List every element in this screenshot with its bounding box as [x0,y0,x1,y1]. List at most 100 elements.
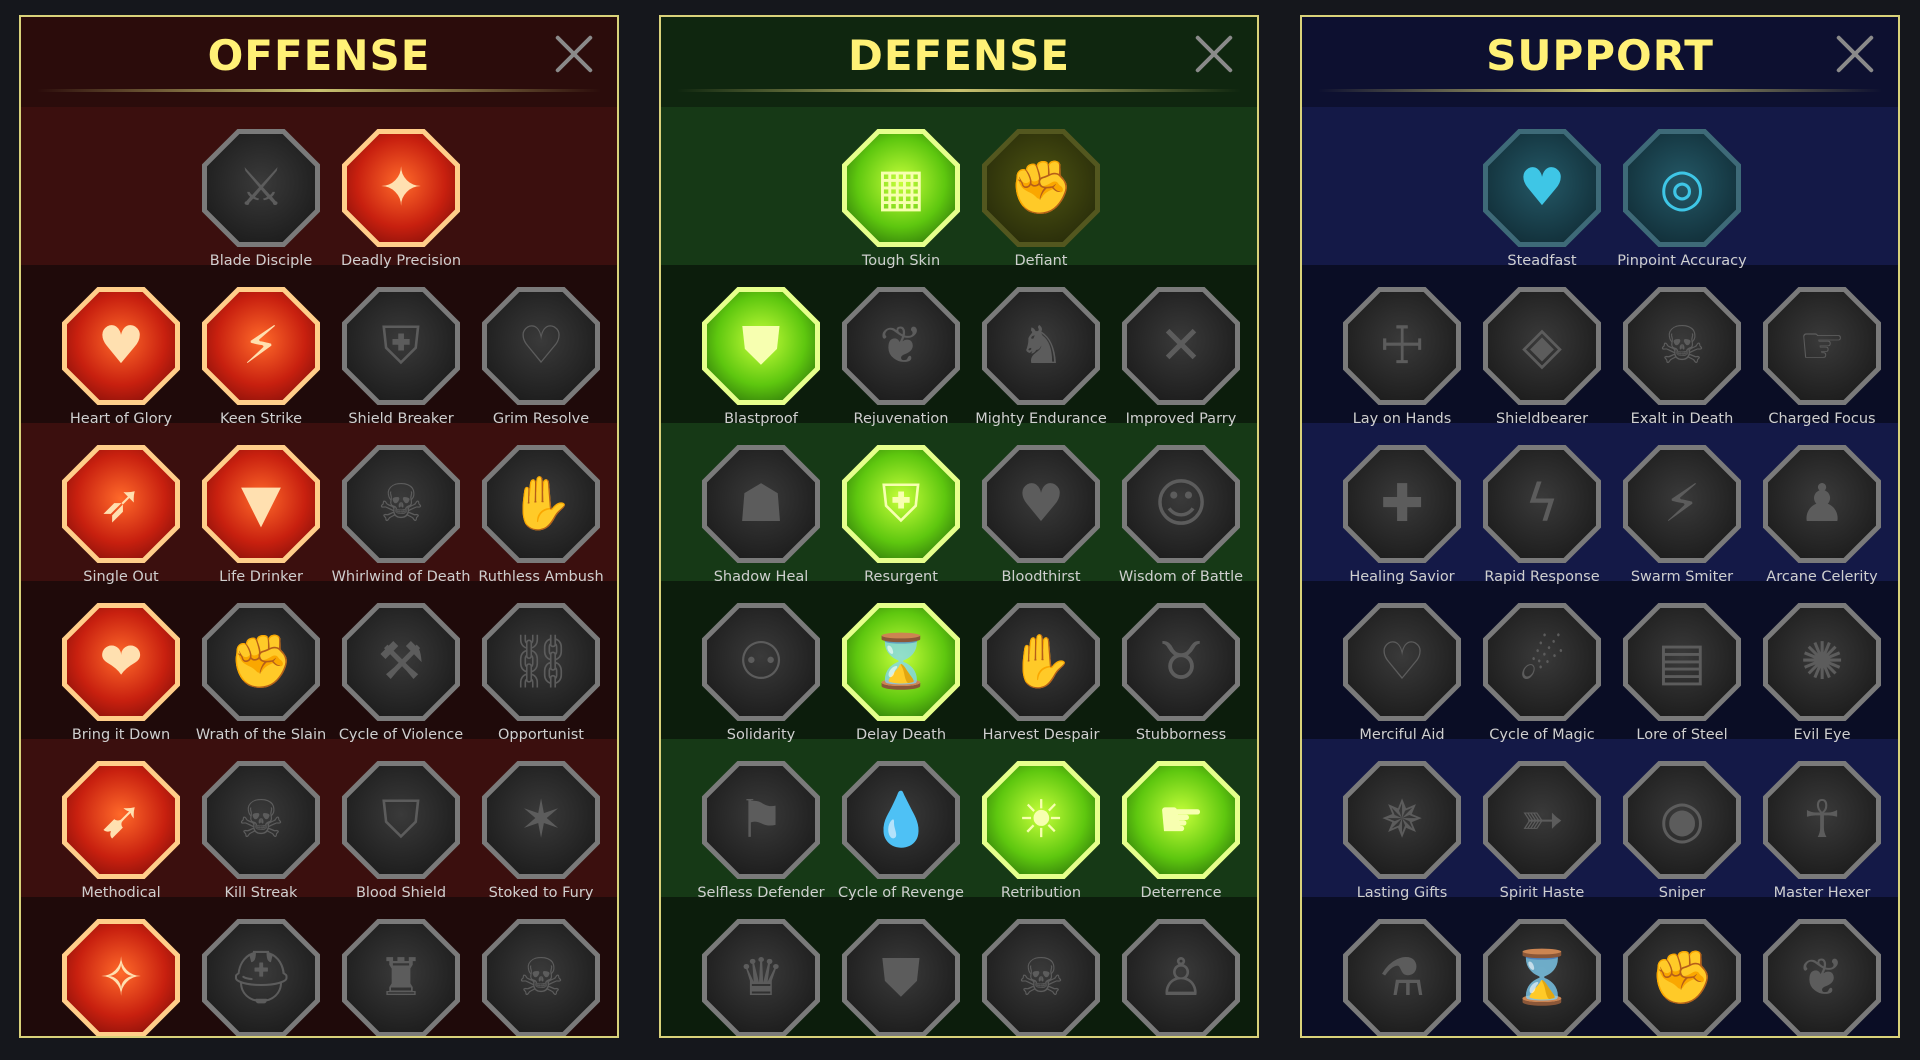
skill-frame: ⚇ [702,603,820,721]
zigzag-icon: ⚡ [1663,474,1701,534]
skill-stubborness[interactable]: ♉ Stubborness [1112,603,1250,753]
skill-iron-skin[interactable]: ♛Iron Skin [692,919,830,1036]
skill-bulwark[interactable]: ⛊Bulwark [832,919,970,1036]
skill-frame: ☥ [1763,761,1881,879]
skill-oppressor[interactable]: ✊Oppressor [1613,919,1751,1036]
skill-elixir-of-life[interactable]: ⚗Elixir of Life [1333,919,1471,1036]
skill-charged-focus[interactable]: ☞ Charged Focus [1753,287,1891,437]
skill-rapid-response[interactable]: ϟ Rapid Response [1473,445,1611,595]
skill-fearsome-presence[interactable]: ☠Fearsome Presence [972,919,1110,1036]
skill-steadfast[interactable]: ♥ Steadfast [1473,129,1611,279]
skill-cycle-of-revenge[interactable]: 💧 Cycle of Revenge [832,761,970,911]
skill-shieldbearer[interactable]: ◈ Shieldbearer [1473,287,1611,437]
skill-warmaster[interactable]: ✧Warmaster [52,919,190,1036]
skill-label: Single Out [83,569,159,585]
skill-arcane-celerity[interactable]: ♟ Arcane Celerity [1753,445,1891,595]
skill-cycle-of-magic[interactable]: ☄ Cycle of Magic [1473,603,1611,753]
skill-retribution[interactable]: ☀ Retribution [972,761,1110,911]
skill-frame: ✊ [202,603,320,721]
skill-evil-eye[interactable]: ✺ Evil Eye [1753,603,1891,753]
skill-giant-slayer[interactable]: ♜Giant Slayer [332,919,470,1036]
oppressor-fist-icon: ✊ [1649,948,1715,1008]
skill-solidarity[interactable]: ⚇ Solidarity [692,603,830,753]
skill-grim-resolve[interactable]: ♡ Grim Resolve [472,287,610,437]
skill-single-out[interactable]: ➶ Single Out [52,445,190,595]
skill-deterrence[interactable]: ☛ Deterrence [1112,761,1250,911]
close-icon[interactable] [553,33,595,75]
skill-master-hexer[interactable]: ☥ Master Hexer [1753,761,1891,911]
skill-icon-bg: ♉ [1127,608,1235,716]
skill-icon-bg: ◈ [1488,292,1596,400]
skill-ruthless-ambush[interactable]: ✋ Ruthless Ambush [472,445,610,595]
close-icon[interactable] [1193,33,1235,75]
skill-tough-skin[interactable]: ▦ Tough Skin [832,129,970,279]
skill-spirit-haste[interactable]: ➳ Spirit Haste [1473,761,1611,911]
skill-opportunist[interactable]: ⛓ Opportunist [472,603,610,753]
skill-lore-of-steel[interactable]: ▤ Lore of Steel [1613,603,1751,753]
skill-icon-bg: ♥ [987,450,1095,558]
skill-label: Cycle of Violence [338,727,464,743]
skill-frame: ♞ [982,287,1100,405]
skill-wrath-of-the-slain[interactable]: ✊ Wrath of the Slain [192,603,330,753]
skill-kill-streak[interactable]: ☠ Kill Streak [192,761,330,911]
skill-merciful-aid[interactable]: ♡ Merciful Aid [1333,603,1471,753]
sage-icon: ☺ [1153,474,1209,534]
skill-whirlwind-of-death[interactable]: ☠ Whirlwind of Death [332,445,470,595]
skill-icon-bg: ☄ [1488,608,1596,716]
skill-flawless-execution[interactable]: ☠Flawless Execution [472,919,610,1036]
skill-delay-death[interactable]: ⌛ Delay Death [832,603,970,753]
skill-shadow-heal[interactable]: ☗ Shadow Heal [692,445,830,595]
skill-icon-bg: ☗ [707,450,815,558]
skill-frame: ⚗ [1343,919,1461,1036]
skill-frame: ❦ [842,287,960,405]
skill-pinpoint-accuracy[interactable]: ◎ Pinpoint Accuracy [1613,129,1751,279]
skill-healing-savior[interactable]: ✚ Healing Savior [1333,445,1471,595]
skill-wisdom-of-battle[interactable]: ☺ Wisdom of Battle [1112,445,1250,595]
fangs-icon: ▼ [241,474,281,534]
skill-frame: ⛑ [202,919,320,1036]
skill-cycle-of-violence[interactable]: ⚒ Cycle of Violence [332,603,470,753]
skill-rejuvenation[interactable]: ❦ Rejuvenation [832,287,970,437]
skill-deadly-precision[interactable]: ✦ Deadly Precision [332,129,470,279]
skill-keen-strike[interactable]: ⚡ Keen Strike [192,287,330,437]
skill-sniper[interactable]: ◉ Sniper [1613,761,1751,911]
skill-frame: ⌛ [1483,919,1601,1036]
skill-label: Stoked to Fury [488,885,594,901]
skill-icon-bg: ☥ [1768,766,1876,874]
skill-lay-on-hands[interactable]: ☩ Lay on Hands [1333,287,1471,437]
skill-blood-shield[interactable]: ⛉ Blood Shield [332,761,470,911]
skill-blade-disciple[interactable]: ⚔ Blade Disciple [192,129,330,279]
skill-resurgent[interactable]: ⛨ Resurgent [832,445,970,595]
parry-swords-icon: ✕ [1159,316,1203,376]
skill-lasting-gifts[interactable]: ✵ Lasting Gifts [1333,761,1471,911]
skill-frame: ☗ [702,445,820,563]
skill-shield-breaker[interactable]: ⛨ Shield Breaker [332,287,470,437]
skill-bloodthirst[interactable]: ♥ Bloodthirst [972,445,1110,595]
skill-harvest-despair[interactable]: ✋ Harvest Despair [972,603,1110,753]
skill-heart-of-glory[interactable]: ♥ Heart of Glory [52,287,190,437]
skill-improved-parry[interactable]: ✕ Improved Parry [1112,287,1250,437]
skill-exalt-in-death[interactable]: ☠ Exalt in Death [1613,287,1751,437]
skill-stoked-to-fury[interactable]: ✶ Stoked to Fury [472,761,610,911]
skill-label: Wrath of the Slain [195,727,327,743]
close-icon[interactable] [1834,33,1876,75]
skill-label: Methodical [81,885,161,901]
skill-helmsmasher[interactable]: ⛑Helmsmasher [192,919,330,1036]
skill-swarm-smiter[interactable]: ⚡ Swarm Smiter [1613,445,1751,595]
skill-defiant[interactable]: ✊ Defiant [972,129,1110,279]
skill-blastproof[interactable]: ⛊ Blastproof [692,287,830,437]
skill-eagle-eye[interactable]: ❦Eagle-Eye [1753,919,1891,1036]
skill-frame: ♡ [482,287,600,405]
knight-shield-icon: ⛨ [881,474,921,534]
skill-mighty-endurance[interactable]: ♞ Mighty Endurance [972,287,1110,437]
title-divider [1318,89,1882,92]
skill-label: Wisdom of Battle [1118,569,1244,585]
skill-selfless-defender[interactable]: ⚑ Selfless Defender [692,761,830,911]
skill-life-drinker[interactable]: ▼ Life Drinker [192,445,330,595]
skill-frame: ➶ [62,445,180,563]
skill-bring-it-down[interactable]: ❤ Bring it Down [52,603,190,753]
skill-methodical[interactable]: ➹ Methodical [52,761,190,911]
skill-timely-intervention[interactable]: ⌛Timely Intervention [1473,919,1611,1036]
skill-unshakeable[interactable]: ♙Unshakeable [1112,919,1250,1036]
skill-label: Stubborness [1135,727,1227,743]
